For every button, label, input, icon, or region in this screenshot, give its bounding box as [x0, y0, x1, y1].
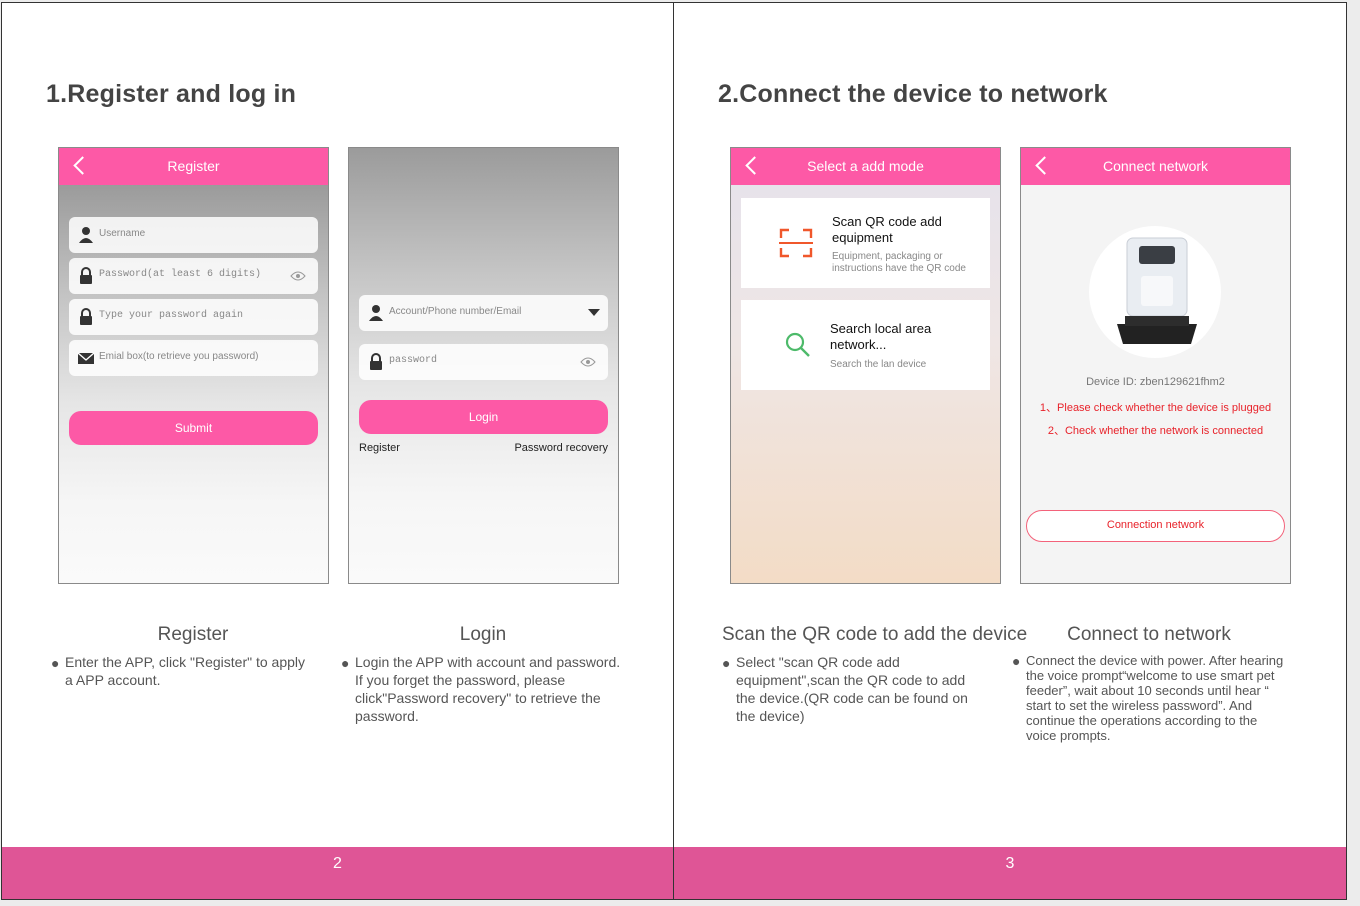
login-caption-title: Login — [459, 624, 507, 645]
check-network-text: 2、Check whether the network is connected — [1047, 425, 1264, 437]
password-recovery-link[interactable]: Password recovery — [514, 442, 608, 454]
register-caption-title: Register — [157, 624, 229, 645]
manual-page-left: 1.Register and log in Register Username … — [1, 2, 674, 900]
register-link[interactable]: Register — [359, 442, 400, 454]
login-password-field[interactable]: password — [359, 344, 608, 380]
search-icon — [785, 332, 810, 357]
manual-page-right: 2.Connect the device to network Select a… — [673, 2, 1347, 900]
mail-icon — [77, 352, 95, 364]
connect-caption-text: Connect the device with power. After hea… — [1026, 653, 1284, 743]
lock-icon — [370, 353, 382, 370]
search-lan-option[interactable]: Search local area network... Search the … — [741, 300, 990, 390]
email-field[interactable]: Emial box(to retrieve you password) — [69, 340, 318, 376]
page-number: 3 — [1005, 855, 1015, 872]
qr-scan-icon — [779, 228, 813, 258]
account-placeholder: Account/Phone number/Email — [389, 306, 522, 317]
connect-caption-title: Connect to network — [1067, 624, 1231, 645]
scan-qr-title: Scan QR code add equipment — [832, 214, 942, 245]
add-mode-screen: Select a add mode Scan QR code add equip… — [730, 147, 1001, 584]
user-icon — [369, 305, 383, 321]
lock-icon — [80, 267, 92, 284]
submit-button[interactable]: Submit — [69, 411, 318, 445]
section-heading-connect: 2.Connect the device to network — [718, 80, 1108, 108]
register-title-bar: Register — [59, 148, 328, 185]
search-lan-description: Search the lan device — [830, 359, 927, 370]
page-number: 2 — [333, 855, 342, 872]
register-screen-title: Register — [167, 158, 220, 174]
search-lan-title: Search local area network... — [830, 321, 932, 352]
connect-caption-body: ● Connect the device with power. After h… — [1012, 653, 1284, 743]
confirm-password-field[interactable]: Type your password again — [69, 299, 318, 335]
connection-network-button[interactable]: Connection network — [1026, 510, 1285, 542]
scan-caption-title: Scan the QR code to add the device — [722, 624, 1028, 645]
login-password-placeholder: password — [389, 355, 438, 366]
login-button[interactable]: Login — [359, 400, 608, 434]
connect-title-bar: Connect network — [1021, 148, 1290, 185]
user-icon — [79, 227, 93, 243]
register-caption-body: ● Enter the APP, click "Register" to app… — [51, 653, 315, 689]
password-field[interactable]: Password(at least 6 digits) — [69, 258, 318, 294]
login-screen: Account/Phone number/Email password Logi… — [348, 147, 619, 584]
username-placeholder: Username — [99, 228, 146, 239]
login-caption-text: Login the APP with account and password.… — [355, 654, 621, 724]
bullet-icon: ● — [1012, 653, 1021, 669]
account-field[interactable]: Account/Phone number/Email — [359, 295, 608, 331]
scan-qr-option[interactable]: Scan QR code add equipment Equipment, pa… — [741, 198, 990, 288]
device-image-circle — [1089, 226, 1221, 358]
add-mode-title: Select a add mode — [807, 158, 924, 174]
page-footer: 2 — [2, 847, 673, 899]
eye-icon[interactable] — [290, 270, 306, 282]
lock-icon — [80, 308, 92, 325]
email-placeholder: Emial box(to retrieve you password) — [99, 351, 259, 362]
scan-caption-body: ● Select "scan QR code add equipment",sc… — [722, 653, 976, 725]
password-placeholder: Password(at least 6 digits) — [99, 269, 262, 280]
device-id-text: Device ID: zben129621fhm2 — [1086, 376, 1225, 388]
register-screen: Register Username Password(at least 6 di… — [58, 147, 329, 584]
back-arrow-icon[interactable] — [73, 156, 92, 175]
connect-title: Connect network — [1102, 158, 1209, 174]
eye-icon[interactable] — [580, 356, 596, 368]
back-arrow-icon[interactable] — [1035, 156, 1054, 175]
login-caption-body: ● Login the APP with account and passwor… — [341, 653, 625, 725]
dropdown-triangle-icon[interactable] — [588, 309, 600, 317]
bullet-icon: ● — [341, 655, 350, 671]
check-plugged-text: 1、Please check whether the device is plu… — [1039, 402, 1272, 414]
confirm-password-placeholder: Type your password again — [99, 310, 244, 321]
scan-qr-description: Equipment, packaging or instructions hav… — [832, 251, 966, 274]
page-footer: 3 — [674, 847, 1346, 899]
section-heading-register-login: 1.Register and log in — [46, 80, 297, 108]
username-field[interactable]: Username — [69, 217, 318, 253]
add-mode-title-bar: Select a add mode — [731, 148, 1000, 185]
scan-caption-text: Select "scan QR code add equipment",scan… — [736, 654, 968, 724]
bullet-icon: ● — [51, 655, 60, 671]
register-caption-text: Enter the APP, click "Register" to apply… — [65, 654, 306, 688]
connect-network-screen: Connect network Device ID: zben129621fhm… — [1020, 147, 1291, 584]
pet-feeder-device-image — [1117, 237, 1197, 344]
back-arrow-icon[interactable] — [745, 156, 764, 175]
bullet-icon: ● — [722, 655, 731, 671]
